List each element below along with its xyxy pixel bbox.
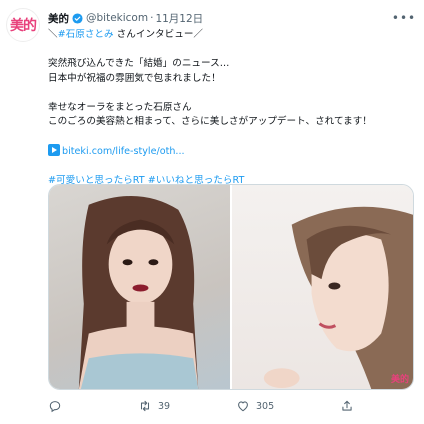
tweet-actions: 39 305 bbox=[48, 398, 368, 414]
article-link[interactable]: biteki.com/life-style/oth... bbox=[48, 144, 414, 160]
like-count: 305 bbox=[256, 400, 275, 412]
title-rest: さんインタビュー／ bbox=[113, 29, 204, 40]
media-watermark: 美的 bbox=[390, 375, 409, 385]
photo-profile[interactable]: 美的 bbox=[232, 185, 413, 389]
avatar[interactable]: 美的 bbox=[6, 8, 40, 42]
tweet-date[interactable]: 11月12日 bbox=[155, 11, 203, 26]
tweet-line: 突然飛び込んできた「結婚」のニュース… bbox=[48, 58, 230, 69]
retweet-button[interactable]: 39 bbox=[138, 399, 170, 413]
heart-icon bbox=[238, 401, 248, 412]
tweet-line: 日本中が祝福の雰囲気で包まれました！ bbox=[48, 72, 221, 84]
profile-illustration bbox=[263, 206, 413, 389]
title-prefix: ＼ bbox=[48, 29, 58, 40]
tweet-line: 幸せなオーラをまとった石原さん bbox=[48, 101, 192, 113]
separator-dot: · bbox=[150, 12, 154, 24]
reply-icon bbox=[49, 401, 61, 413]
tweet-title-line: ＼#石原さとみ さんインタビュー／ bbox=[48, 28, 414, 43]
article-link-text[interactable]: biteki.com/life-style/oth... bbox=[62, 146, 185, 157]
link-arrow-icon bbox=[48, 144, 60, 156]
like-button[interactable]: 305 bbox=[236, 399, 274, 413]
reply-button[interactable] bbox=[48, 399, 68, 413]
tweet-media: 美的 bbox=[48, 184, 414, 390]
photo-portrait[interactable] bbox=[49, 185, 230, 389]
retweet-count: 39 bbox=[158, 400, 171, 412]
share-button[interactable] bbox=[340, 399, 354, 413]
tweet-header: 美的 @bitekicom · 11月12日 ••• bbox=[48, 10, 415, 26]
share-icon bbox=[342, 400, 352, 411]
more-options-icon[interactable]: ••• bbox=[392, 10, 415, 26]
hashtag-ishihara[interactable]: #石原さとみ bbox=[58, 29, 114, 40]
display-name[interactable]: 美的 bbox=[48, 11, 69, 26]
verified-badge-icon bbox=[72, 12, 83, 24]
tweet-line: このごろの美容熱と相まって、さらに美しさがアップデート、されてます！ bbox=[48, 116, 372, 127]
portrait-illustration bbox=[78, 196, 199, 389]
tweet-text: ＼#石原さとみ さんインタビュー／ 突然飛び込んできた「結婚」のニュース… 日本… bbox=[48, 28, 414, 189]
retweet-icon bbox=[140, 400, 150, 412]
user-handle[interactable]: @bitekicom bbox=[86, 12, 148, 24]
